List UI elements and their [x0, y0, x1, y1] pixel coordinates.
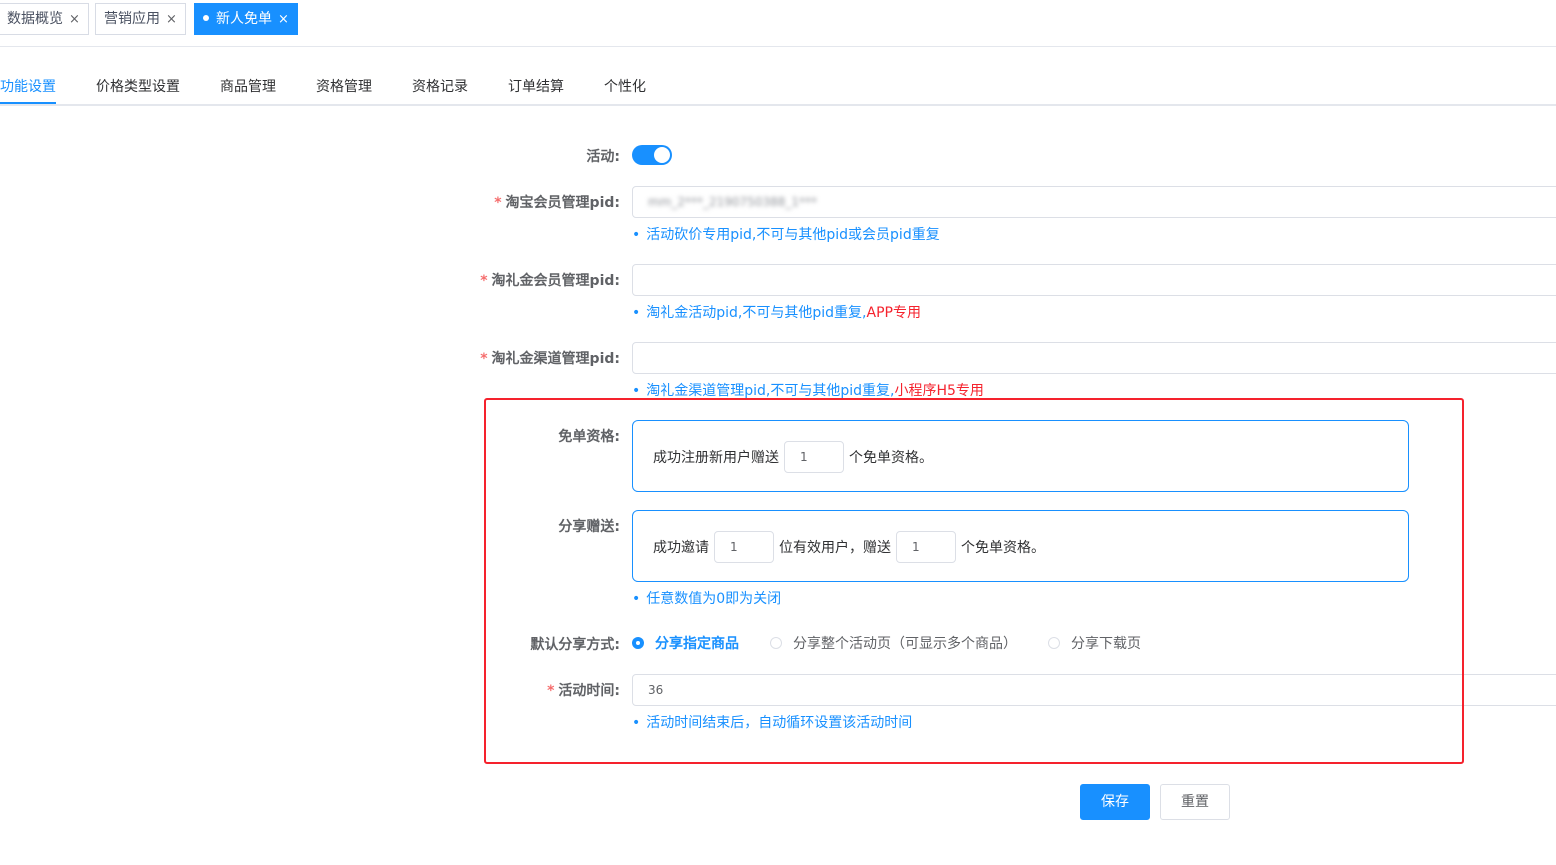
active-dot-icon: [203, 15, 209, 21]
bullet: •: [632, 305, 641, 321]
tlj-channel-pid-input[interactable]: [632, 342, 1556, 374]
required-mark: *: [547, 683, 555, 699]
radio-unchecked-icon: [1048, 637, 1060, 649]
share-mode-label: 默认分享方式:: [530, 637, 620, 653]
toggle-knob: [654, 147, 670, 163]
tab-order-settlement[interactable]: 订单结算: [508, 76, 564, 96]
activity-toggle[interactable]: [632, 145, 672, 165]
required-mark: *: [494, 195, 502, 211]
save-button[interactable]: 保存: [1080, 784, 1150, 820]
tlj-channel-pid-label: * 淘礼金渠道管理pid:: [480, 348, 620, 368]
page-tab-new-user-free[interactable]: 新人免单 ×: [194, 3, 298, 35]
activity-time-label: * 活动时间:: [547, 680, 620, 700]
free-quota-label: 免单资格:: [558, 429, 620, 445]
input-value: 1: [912, 540, 920, 554]
label-text: 活动时间:: [558, 683, 620, 699]
activity-label: 活动:: [586, 149, 620, 165]
free-quota-text-before: 成功注册新用户赠送: [653, 450, 779, 466]
tb-member-pid-label: * 淘宝会员管理pid:: [494, 192, 620, 212]
radio-unchecked-icon: [770, 637, 782, 649]
input-value: 36: [648, 683, 664, 697]
share-gift-text-2: 位有效用户，赠送: [779, 540, 891, 556]
tab-qualification-management[interactable]: 资格管理: [316, 76, 372, 96]
share-mode-option-product[interactable]: 分享指定商品: [632, 633, 739, 653]
bullet: •: [632, 227, 641, 243]
label-text: 淘礼金渠道管理pid:: [491, 351, 620, 367]
page-tab-bar: 数据概览 × 营销应用 × 新人免单 ×: [0, 0, 1556, 47]
page-tab-label: 营销应用: [104, 11, 160, 27]
free-quota-box: 成功注册新用户赠送 1 个免单资格。: [632, 420, 1409, 492]
share-gift-box: 成功邀请 1 位有效用户，赠送 1 个免单资格。: [632, 510, 1409, 582]
share-gift-text-1: 成功邀请: [653, 540, 709, 556]
bullet: •: [632, 715, 641, 731]
hint-text: 任意数值为0即为关闭: [646, 591, 782, 607]
hint-text: 活动砍价专用pid,不可与其他pid或会员pid重复: [646, 227, 940, 243]
free-quota-text-after: 个免单资格。: [849, 450, 933, 466]
radio-checked-icon: [632, 637, 644, 649]
input-value: mm_2***_2190750388_1***: [648, 195, 817, 209]
hint-text: 淘礼金活动pid,不可与其他pid重复,: [646, 305, 867, 321]
page-tab-label: 新人免单: [216, 11, 272, 27]
share-gift-hint: • 任意数值为0即为关闭: [632, 588, 781, 608]
share-mode-option-download-page[interactable]: 分享下载页: [1048, 633, 1141, 653]
tab-product-management[interactable]: 商品管理: [220, 76, 276, 96]
tlj-member-pid-label: * 淘礼金会员管理pid:: [480, 270, 620, 290]
bullet: •: [632, 383, 641, 399]
radio-label: 分享整个活动页（可显示多个商品）: [793, 636, 1017, 652]
free-quota-count-input[interactable]: 1: [784, 441, 844, 473]
page-tab-marketing-apps[interactable]: 营销应用 ×: [95, 3, 186, 35]
hint-emphasis: APP专用: [866, 305, 921, 321]
activity-time-input[interactable]: 36: [632, 674, 1556, 706]
tab-qualification-records[interactable]: 资格记录: [412, 76, 468, 96]
hint-text: 活动时间结束后，自动循环设置该活动时间: [646, 715, 913, 731]
activity-time-hint: • 活动时间结束后，自动循环设置该活动时间: [632, 712, 912, 732]
bullet: •: [632, 591, 641, 607]
hint-text: 淘礼金渠道管理pid,不可与其他pid重复,: [646, 383, 895, 399]
required-mark: *: [480, 273, 488, 289]
close-icon[interactable]: ×: [166, 12, 177, 27]
page-tab-data-overview[interactable]: 数据概览 ×: [0, 3, 89, 35]
tb-member-pid-hint: • 活动砍价专用pid,不可与其他pid或会员pid重复: [632, 224, 940, 244]
free-quota-line: 成功注册新用户赠送 1 个免单资格。: [653, 441, 933, 473]
share-mode-option-activity-page[interactable]: 分享整个活动页（可显示多个商品）: [770, 633, 1017, 653]
active-tab-indicator: [0, 102, 56, 104]
close-icon[interactable]: ×: [278, 12, 289, 27]
tlj-member-pid-hint: • 淘礼金活动pid,不可与其他pid重复,APP专用: [632, 302, 921, 322]
page-tab-label: 数据概览: [7, 11, 63, 27]
radio-label: 分享下载页: [1071, 636, 1141, 652]
tlj-member-pid-input[interactable]: [632, 264, 1556, 296]
tab-price-type-settings[interactable]: 价格类型设置: [96, 76, 180, 96]
required-mark: *: [480, 351, 488, 367]
tlj-channel-pid-hint: • 淘礼金渠道管理pid,不可与其他pid重复,小程序H5专用: [632, 380, 984, 400]
gift-count-input[interactable]: 1: [896, 531, 956, 563]
label-text: 淘宝会员管理pid:: [505, 195, 620, 211]
share-gift-line: 成功邀请 1 位有效用户，赠送 1 个免单资格。: [653, 531, 1045, 563]
tab-function-settings[interactable]: 功能设置: [0, 76, 56, 96]
tab-personalization[interactable]: 个性化: [604, 76, 646, 96]
input-value: 1: [730, 540, 738, 554]
settings-tab-bar: 功能设置 价格类型设置 商品管理 资格管理 资格记录 订单结算 个性化: [0, 62, 1556, 106]
invite-count-input[interactable]: 1: [714, 531, 774, 563]
radio-label: 分享指定商品: [655, 636, 739, 652]
close-icon[interactable]: ×: [69, 12, 80, 27]
label-text: 淘礼金会员管理pid:: [491, 273, 620, 289]
share-gift-text-3: 个免单资格。: [961, 540, 1045, 556]
hint-emphasis: 小程序H5专用: [894, 383, 984, 399]
reset-button[interactable]: 重置: [1160, 784, 1230, 820]
share-gift-label: 分享赠送:: [558, 519, 620, 535]
tb-member-pid-input[interactable]: mm_2***_2190750388_1***: [632, 186, 1556, 218]
input-value: 1: [800, 450, 808, 464]
